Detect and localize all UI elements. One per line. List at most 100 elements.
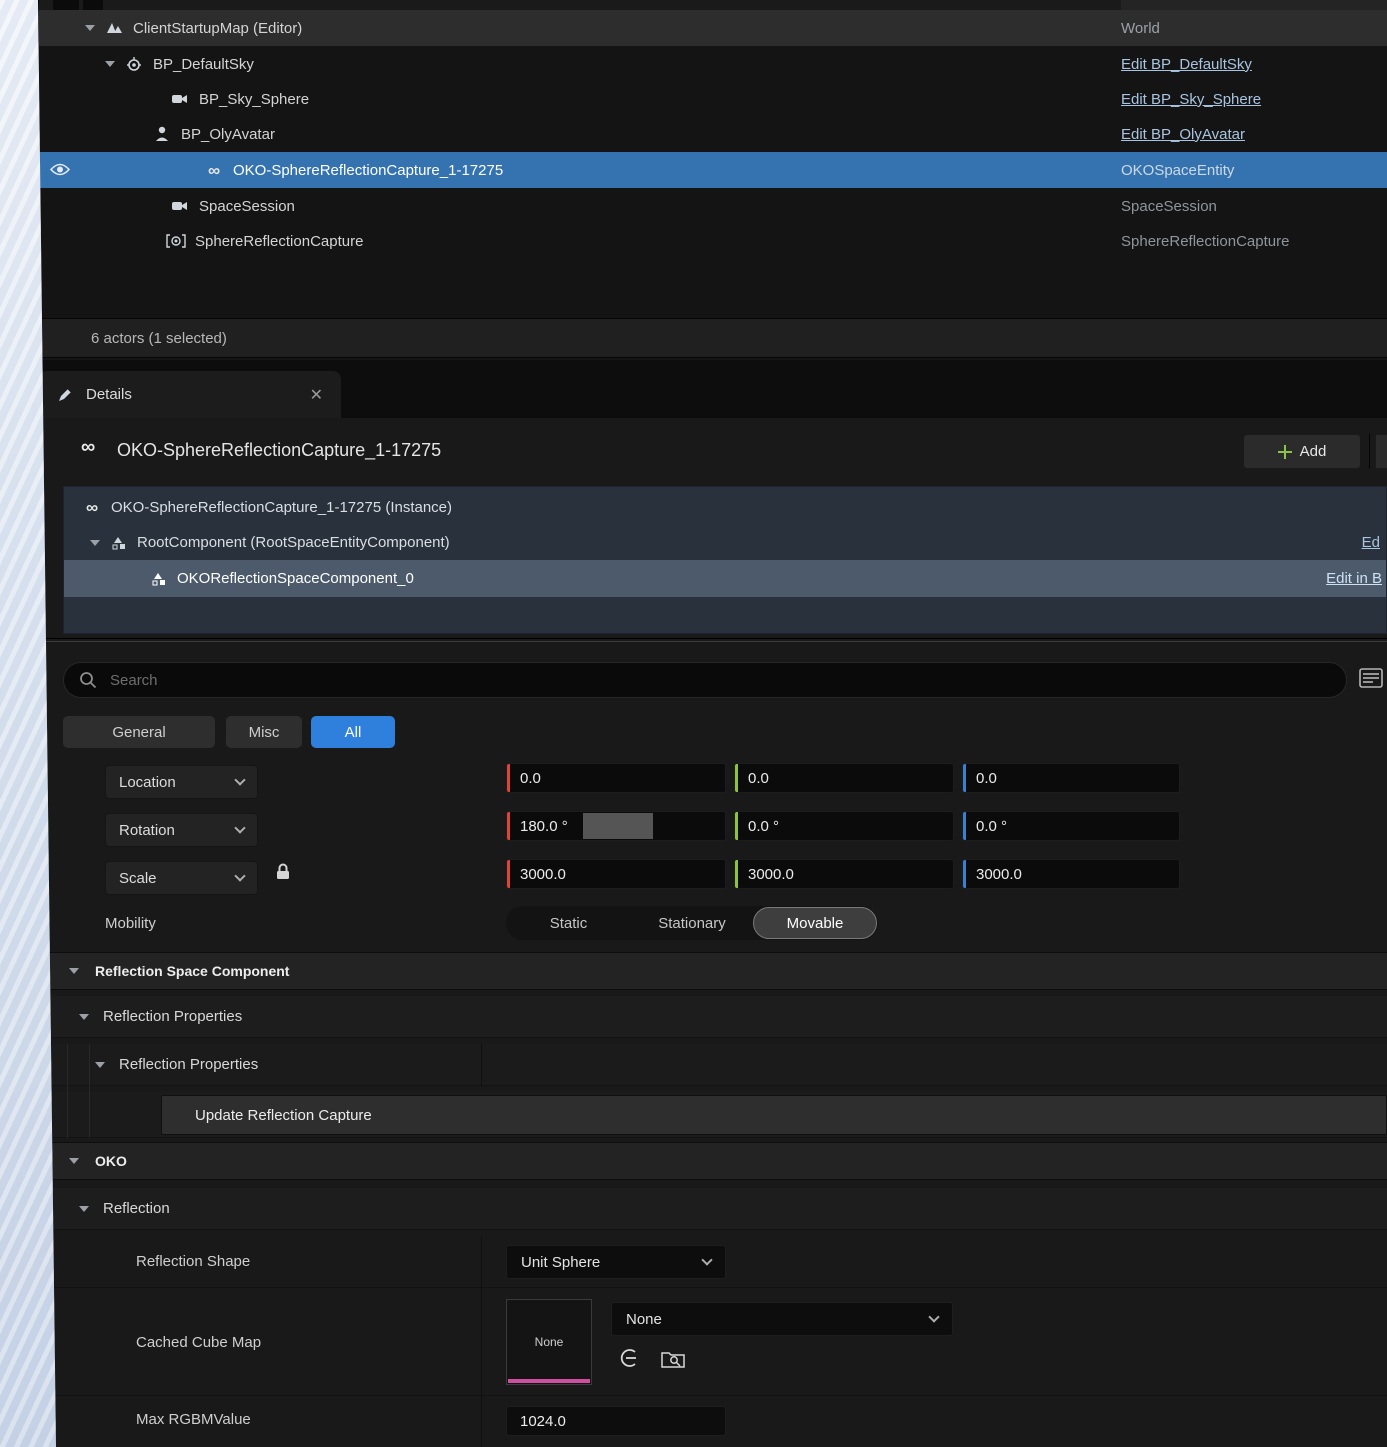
- location-x-value: 0.0: [520, 770, 541, 787]
- drag-highlight: [583, 813, 653, 839]
- asset-thumbnail[interactable]: None: [506, 1299, 592, 1385]
- mobility-segmented-control: Static Stationary Movable: [506, 906, 878, 940]
- pawn-icon: [151, 126, 173, 142]
- location-y-field[interactable]: 0.0: [734, 763, 954, 793]
- space-entity-icon: ∞: [81, 437, 95, 457]
- filter-label: Misc: [249, 724, 280, 741]
- rotation-y-value: 0.0 °: [748, 818, 779, 835]
- scale-y-field[interactable]: 3000.0: [734, 859, 954, 889]
- outliner-row-bp-sky-sphere[interactable]: BP_Sky_Sphere Edit BP_Sky_Sphere: [39, 81, 1387, 117]
- outliner-header-cell: [1121, 0, 1387, 10]
- max-rgbm-label: Max RGBMValue: [136, 1411, 251, 1428]
- mobility-movable-option[interactable]: Movable: [753, 907, 877, 939]
- rotation-dropdown[interactable]: Rotation: [105, 813, 258, 847]
- close-tab-icon[interactable]: ✕: [310, 385, 323, 405]
- scale-z-value: 3000.0: [976, 866, 1022, 883]
- cached-cube-map-dropdown[interactable]: None: [611, 1302, 953, 1336]
- cached-cube-map-row: Cached Cube Map None None: [39, 1288, 1387, 1396]
- rotation-x-field[interactable]: 180.0 °: [506, 811, 726, 841]
- tab-label: Details: [86, 386, 132, 403]
- category-oko[interactable]: OKO: [39, 1142, 1387, 1180]
- mobility-stationary-option[interactable]: Stationary: [631, 907, 753, 939]
- component-row-label: RootComponent (RootSpaceEntityComponent): [137, 534, 450, 551]
- edit-blueprint-link[interactable]: Edit BP_OlyAvatar: [1121, 126, 1245, 143]
- column-splitter[interactable]: [481, 1044, 482, 1086]
- expander-down-icon[interactable]: [105, 61, 115, 67]
- column-splitter[interactable]: [481, 1288, 482, 1396]
- outliner-row-world[interactable]: ClientStartupMap (Editor) World: [39, 10, 1387, 46]
- mobility-label: Mobility: [105, 915, 156, 932]
- section-reflection[interactable]: Reflection: [39, 1188, 1387, 1230]
- mobility-option-label: Static: [550, 915, 588, 932]
- outliner-row-type: SphereReflectionCapture: [1121, 233, 1289, 250]
- category-label: OKO: [95, 1153, 127, 1169]
- use-selected-asset-icon[interactable]: [619, 1348, 641, 1368]
- location-dropdown[interactable]: Location: [105, 765, 258, 799]
- column-splitter[interactable]: [481, 1396, 482, 1447]
- filter-misc-button[interactable]: Misc: [226, 716, 302, 748]
- expander-down-icon[interactable]: [90, 540, 100, 546]
- outliner-row-spherereflectioncapture[interactable]: SphereReflectionCapture SphereReflection…: [39, 223, 1387, 259]
- unreal-editor-window: ClientStartupMap (Editor) World BP_Defau…: [38, 0, 1387, 1447]
- filter-all-button[interactable]: All: [311, 716, 395, 748]
- mobility-option-label: Movable: [787, 915, 844, 932]
- edit-in-blueprint-link[interactable]: Edit in B: [1326, 570, 1382, 587]
- outliner-row-label: SphereReflectionCapture: [195, 233, 363, 250]
- outliner-row-bp-defaultsky[interactable]: BP_DefaultSky Edit BP_DefaultSky: [39, 46, 1387, 82]
- outliner-row-spacesession[interactable]: SpaceSession SpaceSession: [39, 188, 1387, 224]
- column-splitter[interactable]: [481, 1236, 482, 1288]
- search-input[interactable]: [63, 662, 1347, 698]
- scale-lock-icon[interactable]: [275, 862, 291, 886]
- edit-blueprint-link[interactable]: Edit BP_DefaultSky: [1121, 56, 1252, 73]
- space-entity-icon: ∞: [82, 499, 102, 516]
- actor-count-text: 6 actors (1 selected): [91, 330, 227, 347]
- outliner-header-sliver: [39, 0, 1387, 10]
- browse-to-asset-icon[interactable]: [661, 1348, 685, 1368]
- splitter-line[interactable]: [39, 641, 1387, 642]
- view-options-icon[interactable]: [1359, 668, 1383, 693]
- header-partial-button[interactable]: [1375, 434, 1387, 469]
- edit-in-blueprint-link[interactable]: Ed: [1362, 534, 1380, 551]
- location-x-field[interactable]: 0.0: [506, 763, 726, 793]
- splitter-line[interactable]: [39, 638, 1387, 639]
- rotation-y-field[interactable]: 0.0 °: [734, 811, 954, 841]
- space-entity-icon: ∞: [203, 162, 225, 179]
- chevron-down-icon: [234, 822, 245, 833]
- asset-thumbnail-label: None: [535, 1335, 564, 1349]
- outliner-header-cell: [83, 0, 103, 10]
- add-component-button[interactable]: Add: [1243, 434, 1361, 469]
- rotation-z-field[interactable]: 0.0 °: [962, 811, 1180, 841]
- update-reflection-capture-button[interactable]: Update Reflection Capture: [161, 1095, 1387, 1135]
- component-row-instance[interactable]: ∞ OKO-SphereReflectionCapture_1-17275 (I…: [64, 490, 1386, 525]
- outliner-row-bp-olyavatar[interactable]: BP_OlyAvatar Edit BP_OlyAvatar: [39, 116, 1387, 152]
- scale-dropdown[interactable]: Scale: [105, 861, 258, 895]
- edit-blueprint-link[interactable]: Edit BP_Sky_Sphere: [1121, 91, 1261, 108]
- outliner-row-type: World: [1121, 20, 1160, 37]
- visibility-eye-icon[interactable]: [49, 162, 71, 181]
- rotation-x-value: 180.0 °: [520, 818, 568, 835]
- search-icon: [79, 671, 97, 694]
- section-reflection-properties-inner[interactable]: Reflection Properties: [39, 1044, 1387, 1086]
- location-label: Location: [119, 774, 176, 791]
- expander-down-icon: [69, 968, 79, 974]
- mobility-static-option[interactable]: Static: [506, 907, 631, 939]
- scale-x-field[interactable]: 3000.0: [506, 859, 726, 889]
- camera-icon: [169, 199, 191, 213]
- section-reflection-properties[interactable]: Reflection Properties: [39, 996, 1387, 1038]
- section-label: Reflection Properties: [103, 1008, 242, 1025]
- tab-details[interactable]: Details ✕: [39, 371, 341, 418]
- expander-down-icon[interactable]: [85, 25, 95, 31]
- scale-z-field[interactable]: 3000.0: [962, 859, 1180, 889]
- reflection-shape-dropdown[interactable]: Unit Sphere: [506, 1245, 726, 1279]
- category-reflection-space-component[interactable]: Reflection Space Component: [39, 952, 1387, 990]
- outliner-row-label: BP_Sky_Sphere: [199, 91, 309, 108]
- component-row-okoreflection-selected[interactable]: OKOReflectionSpaceComponent_0 Edit in B: [64, 560, 1386, 597]
- section-label: Reflection: [103, 1200, 170, 1217]
- outliner-row-oko-capture-selected[interactable]: ∞ OKO-SphereReflectionCapture_1-17275 OK…: [39, 152, 1387, 188]
- filter-general-button[interactable]: General: [63, 716, 215, 748]
- plus-icon: [1278, 445, 1292, 459]
- header-divider: [1369, 434, 1370, 469]
- location-z-field[interactable]: 0.0: [962, 763, 1180, 793]
- max-rgbm-field[interactable]: 1024.0: [506, 1406, 726, 1436]
- component-row-rootcomponent[interactable]: RootComponent (RootSpaceEntityComponent)…: [64, 525, 1386, 560]
